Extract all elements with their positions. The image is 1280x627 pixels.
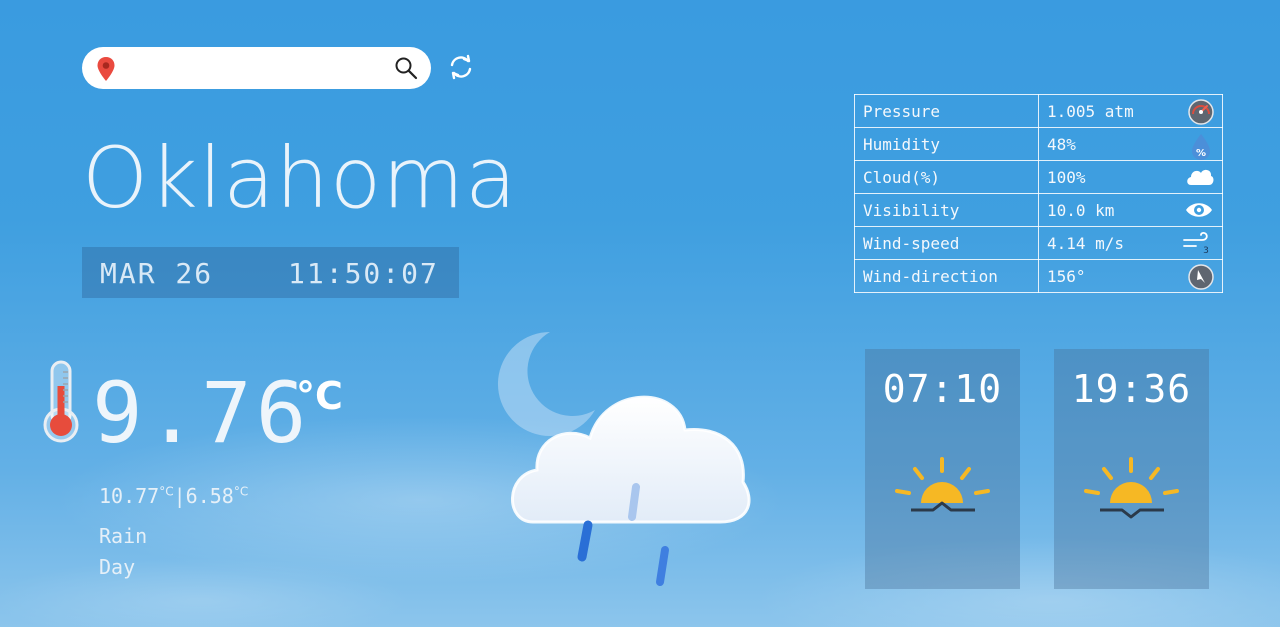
weather-condition: Rain <box>99 524 148 548</box>
day-period: Day <box>99 555 136 579</box>
stat-value: 100% <box>1047 167 1086 187</box>
stat-value-cell: 10.0 km <box>1038 193 1223 227</box>
stat-label: Wind-speed <box>854 226 1039 260</box>
stat-label: Humidity <box>854 127 1039 161</box>
eye-icon <box>1186 203 1212 217</box>
gauge-icon <box>1188 99 1214 125</box>
stat-value-cell: 48% % <box>1038 127 1223 161</box>
city-name: Oklahoma <box>82 129 518 227</box>
thermometer-icon <box>43 360 79 443</box>
stat-label: Pressure <box>854 94 1039 128</box>
weather-stats-table: Pressure 1.005 atm Humidity 48% % Cloud(… <box>854 94 1223 293</box>
stats-row-visibility: Visibility 10.0 km <box>854 193 1223 227</box>
temp-max-unit: °C <box>159 484 174 499</box>
temp-range: 10.77°C|6.58°C <box>99 484 248 508</box>
date-text: MAR 26 <box>100 257 214 290</box>
stats-row-wind-speed: Wind-speed 4.14 m/s 3 <box>854 226 1223 260</box>
compass-icon <box>1188 264 1214 290</box>
humidity-drop-icon: % <box>1192 134 1210 160</box>
search-bar <box>82 47 431 89</box>
humidity-icon-label: % <box>1196 148 1206 159</box>
stat-value: 1.005 atm <box>1047 101 1134 121</box>
refresh-icon[interactable] <box>447 53 475 81</box>
temp-max: 10.77 <box>99 484 160 508</box>
stat-value: 48% <box>1047 134 1076 154</box>
sunrise-time: 07:10 <box>882 367 1003 411</box>
temperature-unit: °C <box>296 374 343 418</box>
location-pin-icon <box>97 57 115 81</box>
stat-value-cell: 156° <box>1038 259 1223 293</box>
temperature-value: 9.76 <box>92 364 311 462</box>
stats-row-wind-direction: Wind-direction 156° <box>854 259 1223 293</box>
wind-icon: 3 <box>1183 232 1209 256</box>
stat-value: 10.0 km <box>1047 200 1115 220</box>
stat-value: 156° <box>1047 266 1086 286</box>
search-icon[interactable] <box>394 56 418 80</box>
stat-value-cell: 100% <box>1038 160 1223 194</box>
sunset-icon <box>1084 457 1179 519</box>
temp-separator: | <box>173 484 186 508</box>
stat-value-cell: 1.005 atm <box>1038 94 1223 128</box>
stats-row-humidity: Humidity 48% % <box>854 127 1223 161</box>
stat-value-cell: 4.14 m/s 3 <box>1038 226 1223 260</box>
stat-label: Cloud(%) <box>854 160 1039 194</box>
sunset-card: 19:36 <box>1054 349 1209 589</box>
temp-min: 6.58 <box>185 484 234 508</box>
search-input[interactable] <box>126 55 380 83</box>
sunrise-icon <box>895 457 990 512</box>
stat-label: Wind-direction <box>854 259 1039 293</box>
rain-cloud-moon-icon <box>497 332 751 586</box>
temp-min-unit: °C <box>233 484 249 499</box>
sunrise-card: 07:10 <box>865 349 1020 589</box>
stat-value: 4.14 m/s <box>1047 233 1125 253</box>
stat-label: Visibility <box>854 193 1039 227</box>
datetime-panel: MAR 26 11:50:07 <box>82 247 459 298</box>
stats-row-cloud: Cloud(%) 100% <box>854 160 1223 194</box>
clock-text: 11:50:07 <box>288 257 439 290</box>
wind-icon-label: 3 <box>1203 246 1209 256</box>
cloud-icon <box>1187 169 1214 185</box>
stats-row-pressure: Pressure 1.005 atm <box>854 94 1223 128</box>
sunset-time: 19:36 <box>1071 367 1192 411</box>
